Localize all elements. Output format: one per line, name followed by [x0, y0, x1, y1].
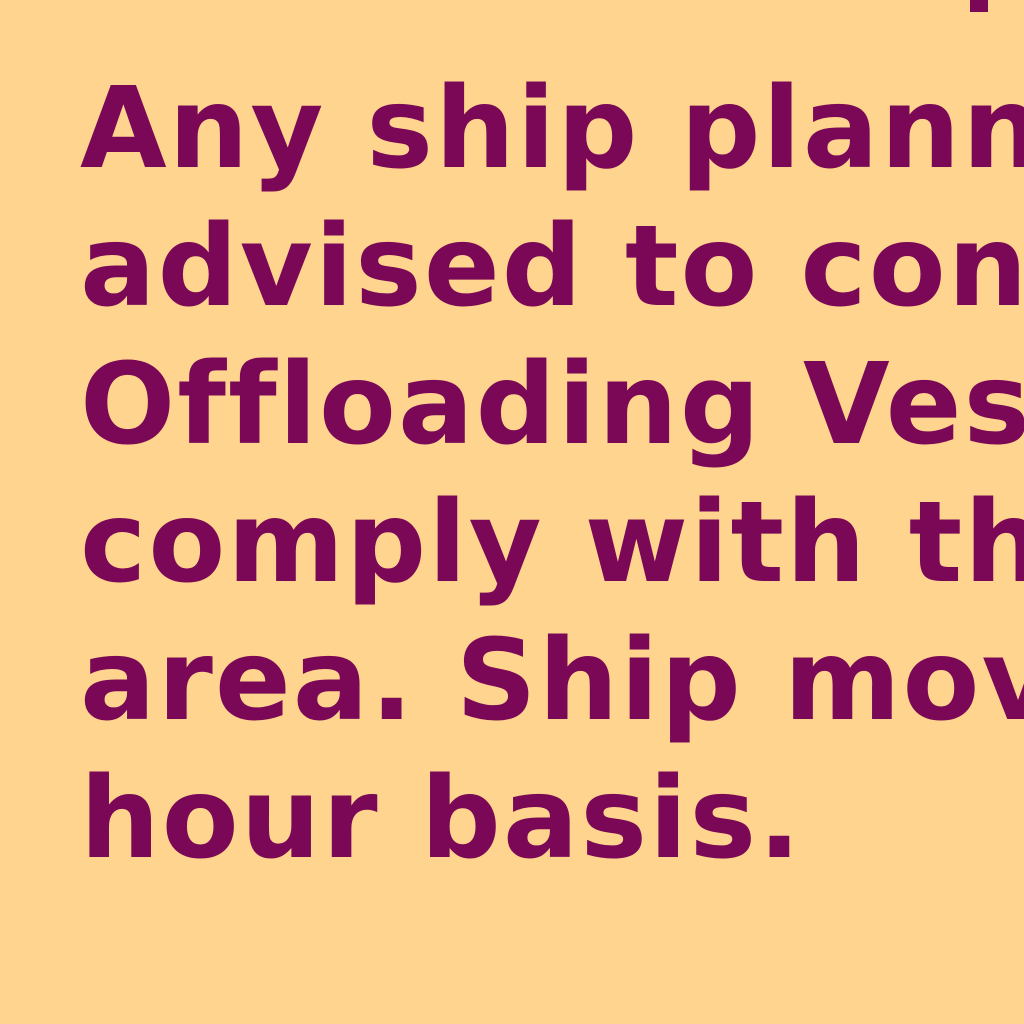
- notice-line-2: advised to conta: [80, 202, 1024, 332]
- notice-line-4: comply with the: [80, 478, 1024, 608]
- notice-line-3: Offloading Vess: [80, 340, 1024, 470]
- notice-text-block: Any ship plannin advised to conta Offloa…: [80, 60, 1024, 888]
- notice-line-6: hour basis.: [80, 754, 803, 884]
- cropped-text-fragment: [970, 0, 988, 12]
- notice-line-1: Any ship plannin: [80, 64, 1024, 194]
- notice-line-5: area. Ship move: [80, 616, 1024, 746]
